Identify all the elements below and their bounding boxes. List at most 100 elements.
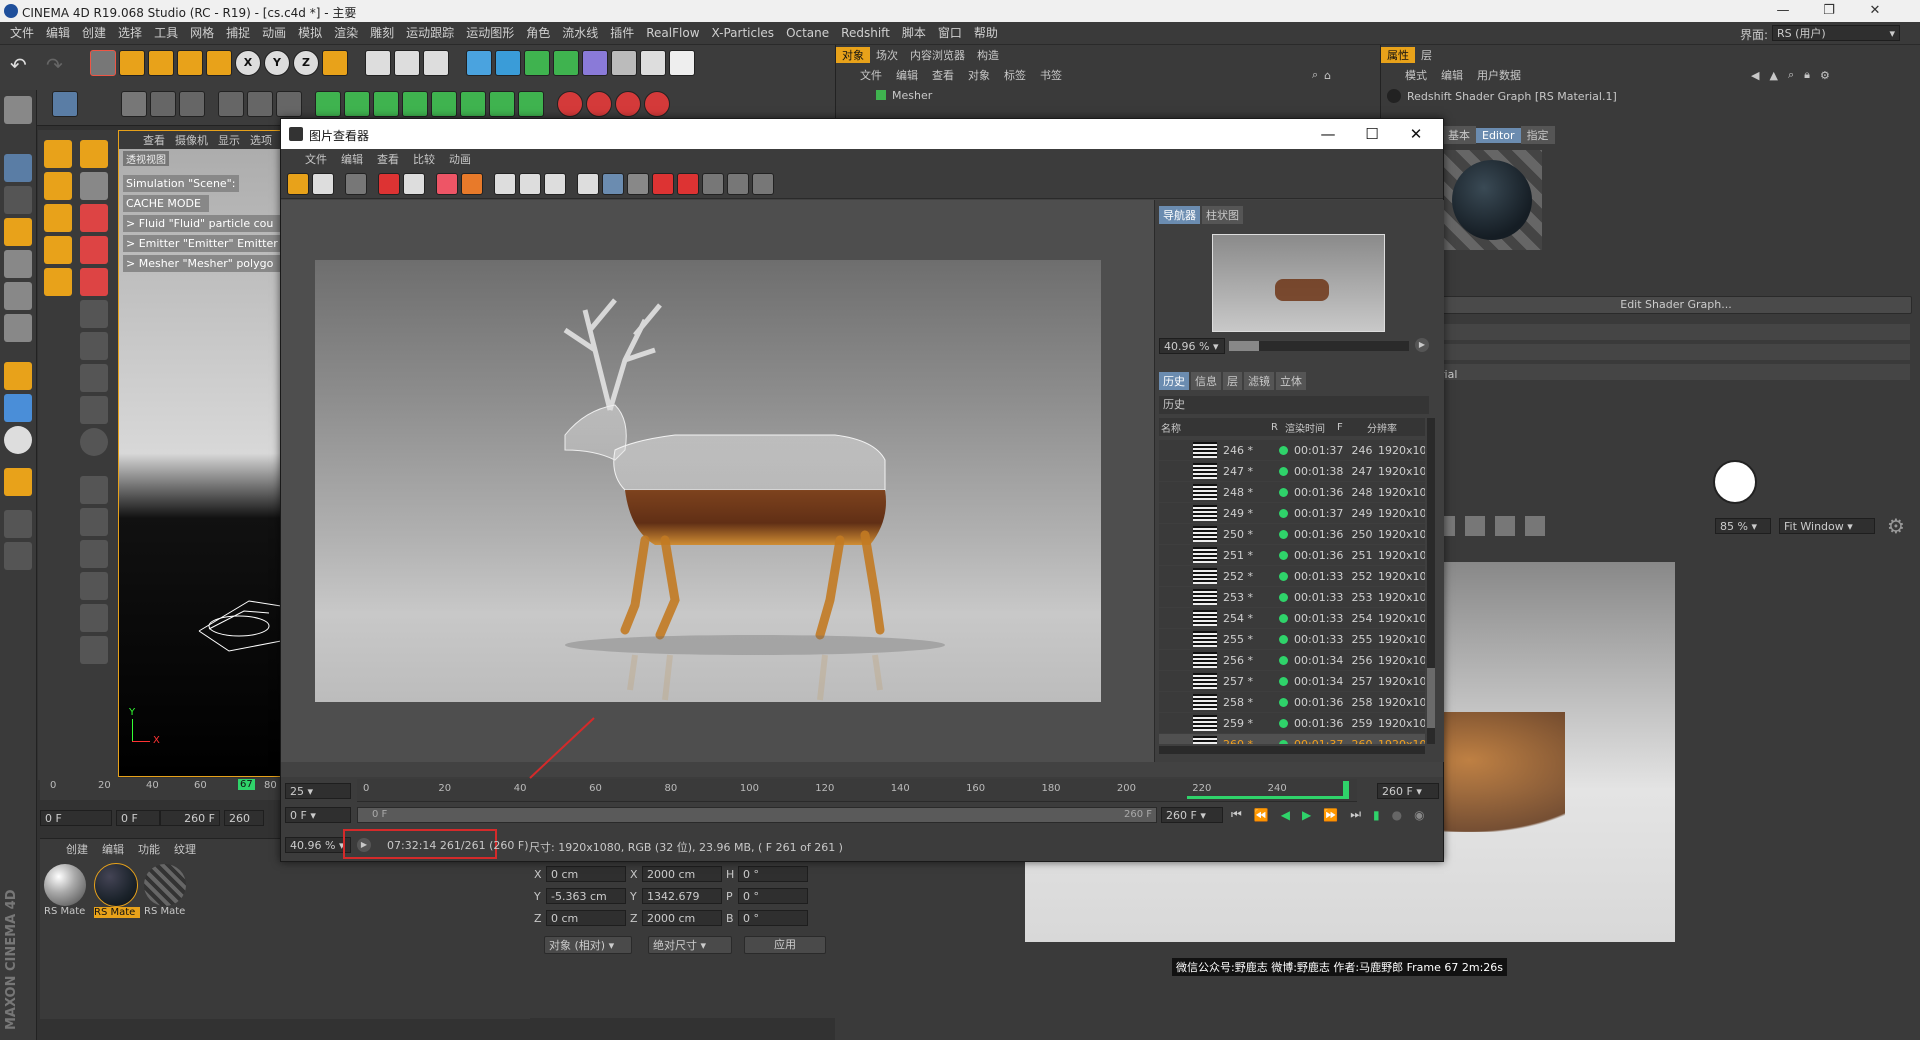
layout-two-icon[interactable] — [727, 172, 749, 195]
menu-item[interactable]: 模拟 — [292, 22, 328, 44]
axis-z-button[interactable]: Z — [293, 50, 319, 76]
redo-icon[interactable]: ↷ — [46, 53, 72, 79]
align-icon[interactable] — [80, 332, 108, 360]
history-row[interactable]: 257 * 00:01:34 257 1920x10 — [1159, 671, 1425, 692]
pv-end-frame-field[interactable]: 260 F ▾ — [1377, 783, 1439, 799]
menu-item[interactable]: 运动跟踪 — [400, 22, 460, 44]
scale-tool-icon[interactable] — [44, 268, 72, 296]
settings-icon[interactable]: ⚙ — [1820, 69, 1830, 82]
edit-shader-graph-button[interactable]: Edit Shader Graph... — [1440, 296, 1912, 314]
prev-key-icon[interactable]: ⏪ — [1254, 808, 1269, 822]
rs-ipr-icon[interactable] — [586, 91, 612, 117]
edges-icon[interactable] — [179, 91, 205, 117]
play-circle-icon[interactable]: ▶ — [1415, 338, 1429, 352]
camera-icon[interactable] — [640, 50, 666, 76]
mode-workplane-icon[interactable] — [4, 186, 32, 214]
history-row[interactable]: 259 * 00:01:36 259 1920x10 — [1159, 713, 1425, 734]
model-mode-icon[interactable] — [52, 91, 78, 117]
up-arrow-icon[interactable]: ▲ — [1769, 69, 1777, 82]
om-tab-structure[interactable]: 构造 — [971, 47, 1005, 63]
coord-value-field[interactable]: 0 ° — [738, 866, 808, 882]
menu-item[interactable]: Octane — [780, 22, 835, 44]
ab-icon[interactable] — [627, 172, 649, 195]
points-icon[interactable] — [150, 91, 176, 117]
home-icon[interactable]: ⌂ — [1324, 69, 1331, 82]
axis-y-button[interactable]: Y — [264, 50, 290, 76]
pv-start-field[interactable]: 0 F ▾ — [285, 807, 351, 823]
axis-icon[interactable] — [4, 362, 32, 390]
coord-value-field[interactable]: 0 ° — [738, 910, 808, 926]
pv-close-icon[interactable]: ✕ — [1393, 119, 1439, 149]
viewport[interactable]: 查看 摄像机 显示 选项 透视视图 Simulation "Scene": CA… — [118, 130, 282, 777]
pv-menu-view[interactable]: 查看 — [377, 151, 399, 167]
menu-item[interactable]: 捕捉 — [220, 22, 256, 44]
coord-value-field[interactable]: 0 cm — [546, 866, 626, 882]
coord-value-field[interactable]: 2000 cm — [642, 866, 722, 882]
snap-icon[interactable] — [218, 91, 244, 117]
material-swatch[interactable]: RS Mate — [44, 864, 90, 917]
coord-size-select[interactable]: 绝对尺寸 ▾ — [648, 936, 732, 954]
axis-x-button[interactable]: X — [235, 50, 261, 76]
tab-info[interactable]: 信息 — [1191, 372, 1221, 390]
pv-zoom-field[interactable]: 40.96 % ▾ — [285, 837, 351, 853]
mirror-icon[interactable] — [80, 300, 108, 328]
pv-playhead[interactable] — [1343, 781, 1349, 799]
rs-copy-icon[interactable] — [1525, 516, 1545, 536]
mode-edges-icon[interactable] — [4, 250, 32, 278]
menu-item[interactable]: 流水线 — [556, 22, 604, 44]
box-tool-icon[interactable] — [44, 172, 72, 200]
tab-layers[interactable]: 层 — [1223, 372, 1242, 390]
pv-range-slider[interactable]: 0 F 260 F — [357, 807, 1157, 823]
am-menu-mode[interactable]: 模式 — [1405, 67, 1427, 83]
end-frame-field[interactable]: 260 — [224, 810, 264, 826]
workplane-icon[interactable] — [247, 91, 273, 117]
history-row[interactable]: 250 * 00:01:36 250 1920x10 — [1159, 524, 1425, 545]
cloner-icon[interactable] — [553, 50, 579, 76]
col-r[interactable]: R — [1271, 422, 1285, 433]
pv-menu-edit[interactable]: 编辑 — [341, 151, 363, 167]
boole-tool-icon[interactable] — [80, 572, 108, 600]
mode-object-icon[interactable] — [4, 96, 32, 124]
history-row[interactable]: 252 * 00:01:33 252 1920x10 — [1159, 566, 1425, 587]
coord-value-field[interactable]: 1342.679 cm — [642, 888, 722, 919]
grid-icon[interactable] — [276, 91, 302, 117]
om-tab-content[interactable]: 内容浏览器 — [904, 47, 971, 63]
workplane-lock-icon[interactable] — [4, 542, 32, 570]
undo-icon[interactable]: ↶ — [10, 53, 36, 79]
material-menu-texture[interactable]: 纹理 — [174, 841, 196, 857]
history-row[interactable]: 254 * 00:01:33 254 1920x10 — [1159, 608, 1425, 629]
pv-minimize-icon[interactable]: — — [1305, 119, 1351, 149]
scale-icon[interactable] — [148, 50, 174, 76]
pv-menu-file[interactable]: 文件 — [305, 151, 327, 167]
menu-item[interactable]: RealFlow — [640, 22, 705, 44]
goto-end-icon[interactable]: ⏭ — [1350, 807, 1361, 822]
poly-select-icon[interactable] — [80, 268, 108, 296]
layout-three-icon[interactable] — [752, 172, 774, 195]
mode-texture-icon[interactable] — [4, 154, 32, 182]
viewport-menu-display[interactable]: 显示 — [218, 132, 240, 148]
navigator-thumbnail[interactable] — [1212, 234, 1385, 332]
gear-icon[interactable]: ⚙ — [1887, 514, 1905, 538]
filter-icon[interactable] — [544, 172, 566, 195]
nav-zoom-slider[interactable] — [1229, 341, 1409, 351]
light-icon[interactable] — [669, 50, 695, 76]
menu-item[interactable]: 角色 — [520, 22, 556, 44]
close-icon[interactable]: ✕ — [1852, 0, 1898, 22]
om-menu-tags[interactable]: 标签 — [1004, 67, 1026, 83]
rs-add-icon[interactable] — [1465, 516, 1485, 536]
am-subtab-editor[interactable]: Editor — [1476, 127, 1521, 143]
col-res[interactable]: 分辨率 — [1367, 420, 1417, 435]
display-icon[interactable] — [602, 172, 624, 195]
menu-item[interactable]: 插件 — [604, 22, 640, 44]
search-icon[interactable]: ⌕ — [1312, 68, 1318, 82]
am-tab-layers[interactable]: 层 — [1415, 47, 1438, 63]
render-active-icon[interactable] — [461, 172, 483, 195]
rs-fit-select[interactable]: Fit Window ▾ — [1779, 518, 1875, 534]
search-icon[interactable]: ⌕ — [1788, 68, 1794, 82]
pv-menu-animation[interactable]: 动画 — [449, 151, 471, 167]
nav-zoom-field[interactable]: 40.96 % ▾ — [1159, 338, 1225, 354]
grid-tool-icon[interactable] — [80, 476, 108, 504]
menu-item[interactable]: 编辑 — [40, 22, 76, 44]
menu-item[interactable]: 脚本 — [896, 22, 932, 44]
col-name[interactable]: 名称 — [1159, 420, 1271, 435]
